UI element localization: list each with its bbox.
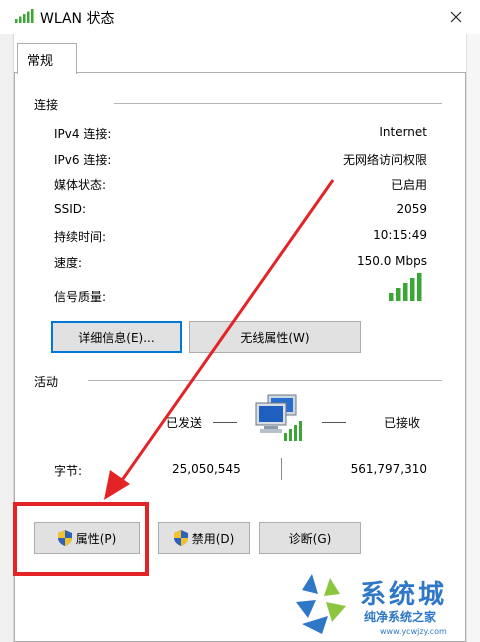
close-button[interactable] xyxy=(436,3,476,31)
signal-bars-icon xyxy=(15,9,34,23)
ipv6-value: 无网络访问权限 xyxy=(342,153,427,167)
close-icon xyxy=(450,11,462,23)
bytes-received-value: 561,797,310 xyxy=(350,462,427,476)
ssid-value: 2059 xyxy=(396,202,427,216)
wireless-properties-button[interactable]: 无线属性(W) xyxy=(189,321,361,353)
tab-general-label: 常规 xyxy=(27,54,54,69)
wireless-properties-button-label: 无线属性(W) xyxy=(240,330,310,345)
media-state-label: 媒体状态: xyxy=(54,178,107,192)
diagnose-button-label: 诊断(G) xyxy=(288,531,332,546)
connection-section-label: 连接 xyxy=(34,98,59,112)
speed-label: 速度: xyxy=(54,256,83,270)
duration-label: 持续时间: xyxy=(54,230,107,244)
bytes-sent-value: 25,050,545 xyxy=(172,462,241,476)
annotation-highlight-box xyxy=(13,502,149,576)
duration-value: 10:15:49 xyxy=(373,228,427,242)
sent-dash xyxy=(213,422,237,423)
connection-divider xyxy=(114,103,442,104)
ipv4-value: Internet xyxy=(379,125,427,139)
media-state-value: 已启用 xyxy=(390,178,427,192)
details-button[interactable]: 详细信息(E)... xyxy=(51,321,182,353)
watermark-title: 系统城 xyxy=(360,580,448,610)
activity-divider xyxy=(88,380,442,381)
ipv4-label: IPv4 连接: xyxy=(54,127,112,141)
sent-label: 已发送 xyxy=(166,416,203,430)
speed-value: 150.0 Mbps xyxy=(356,254,427,268)
received-dash xyxy=(322,422,346,423)
bytes-separator xyxy=(281,458,282,480)
ssid-label: SSID: xyxy=(54,202,87,216)
uac-shield-icon xyxy=(173,530,188,546)
activity-section-label: 活动 xyxy=(34,375,59,389)
disable-button-label: 禁用(D) xyxy=(191,531,235,546)
tab-general[interactable]: 常规 xyxy=(17,43,77,74)
diagnose-button[interactable]: 诊断(G) xyxy=(259,522,361,554)
details-button-label: 详细信息(E)... xyxy=(78,330,155,345)
watermark-url: www.ycwjzy.com xyxy=(380,627,447,636)
bytes-label: 字节: xyxy=(54,464,83,478)
disable-button[interactable]: 禁用(D) xyxy=(158,522,250,554)
watermark-subtitle: 纯净系统之家 xyxy=(364,610,437,624)
signal-strength-icon xyxy=(389,273,422,301)
received-label: 已接收 xyxy=(384,416,421,430)
signal-quality-label: 信号质量: xyxy=(54,290,107,304)
background-window-edge-right xyxy=(466,34,480,642)
network-computers-icon xyxy=(255,394,302,441)
background-window-edge-left xyxy=(0,34,14,642)
ipv6-label: IPv6 连接: xyxy=(54,153,112,167)
window-title: WLAN 状态 xyxy=(40,11,115,27)
